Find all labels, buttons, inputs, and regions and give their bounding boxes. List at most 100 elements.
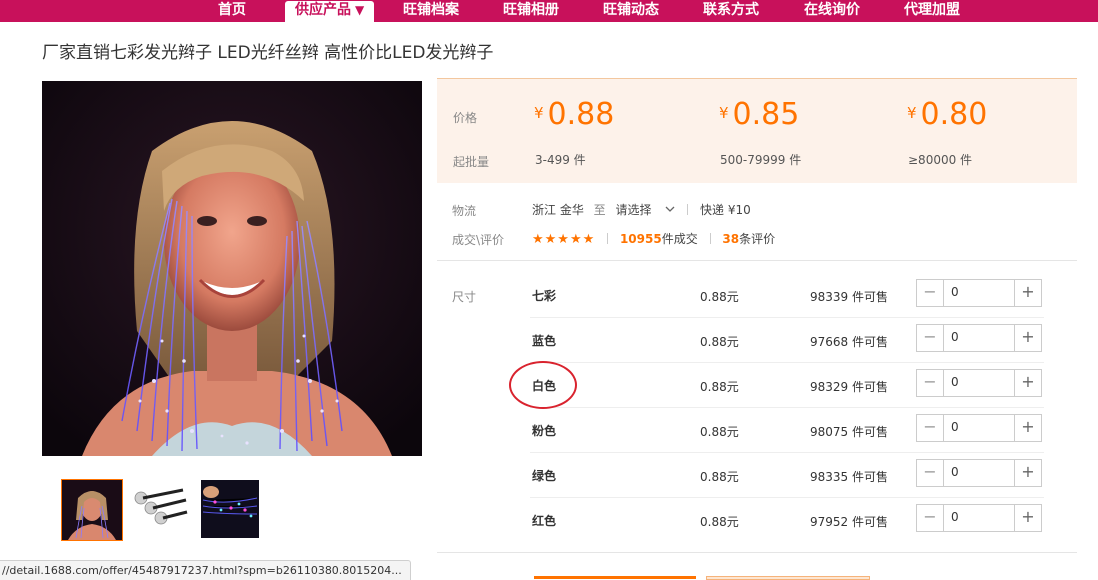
nav-shop-album[interactable]: 旺铺相册 [503,0,559,22]
thumbnail-3[interactable] [201,480,259,538]
top-nav: 首页 供应产品 ▼ 旺铺档案 旺铺相册 旺铺动态 联系方式 在线询价 代理加盟 [0,0,1098,22]
nav-shop-news[interactable]: 旺铺动态 [603,0,659,22]
sku-row-4: 绿色 0.88元 98335 件可售 − + [530,453,1044,498]
quantity-input[interactable] [945,461,1019,483]
increment-button[interactable]: + [1014,460,1041,486]
chevron-down-icon: ▼ [355,3,365,17]
price-tier-1: ¥0.88 [534,97,614,132]
increment-button[interactable]: + [1014,370,1041,396]
quantity-input[interactable] [945,281,1019,303]
sku-price: 0.88元 [700,380,739,394]
sku-stock: 98339 件可售 [810,290,888,304]
product-photo [42,81,422,456]
add-to-cart-button[interactable] [706,576,870,580]
decrement-button[interactable]: − [917,325,944,351]
nav-products-label: 供应产品 [295,2,351,18]
main-product-image[interactable] [42,81,422,456]
price-panel: 价格 起批量 ¥0.88 ¥0.85 ¥0.80 3-499 件 500-799… [437,78,1077,183]
nav-inquiry[interactable]: 在线询价 [804,0,860,22]
sales-suffix: 件成交 [661,232,698,246]
moq-tier-2: 500-79999 件 [720,153,802,167]
increment-button[interactable]: + [1014,415,1041,441]
shipping-fee: 快递 ¥10 [700,203,751,217]
nav-products[interactable]: 供应产品 ▼ [285,1,375,22]
annotation-circle [509,361,577,409]
quantity-stepper: − + [916,279,1042,307]
destination-select[interactable]: 请选择 [616,203,680,217]
quantity-stepper: − + [916,459,1042,487]
decrement-button[interactable]: − [917,280,944,306]
price-tier-2: ¥0.85 [719,97,799,132]
quantity-stepper: − + [916,504,1042,532]
decrement-button[interactable]: − [917,460,944,486]
increment-button[interactable]: + [1014,505,1041,531]
quantity-input[interactable] [945,326,1019,348]
reviews-link[interactable]: 38条评价 [722,232,775,246]
divider [687,204,689,215]
increment-button[interactable]: + [1014,280,1041,306]
thumbnail-2[interactable] [131,480,189,538]
chevron-down-icon [665,206,675,212]
reviews-label: 成交\评价 [452,233,505,247]
section-divider [437,260,1077,261]
moq-tier-3: ≥80000 件 [908,153,973,167]
nav-agent[interactable]: 代理加盟 [904,0,960,22]
thumbnail-2-image [131,480,189,538]
sku-stock: 98075 件可售 [810,425,888,439]
decrement-button[interactable]: − [917,415,944,441]
quantity-input[interactable] [945,416,1019,438]
quantity-input[interactable] [945,371,1019,393]
sku-row-3: 粉色 0.88元 98075 件可售 − + [530,408,1044,453]
price-tier-2-value: 0.85 [732,97,800,132]
thumbnail-1-image [62,480,122,540]
nav-shop-profile[interactable]: 旺铺档案 [403,0,459,22]
ship-origin: 浙江 金华 [532,203,584,217]
quantity-stepper: − + [916,369,1042,397]
status-bar-url: //detail.1688.com/offer/45487917237.html… [0,560,411,580]
price-tier-3: ¥0.80 [907,97,987,132]
logistics-label: 物流 [452,204,477,218]
divider [607,233,609,244]
thumbnail-1[interactable] [61,479,123,541]
sku-price: 0.88元 [700,515,739,529]
sku-name: 绿色 [532,469,557,483]
product-title: 厂家直销七彩发光辫子 LED光纤丝辫 高性价比LED发光辫子 [42,43,494,63]
sku-price: 0.88元 [700,290,739,304]
review-count: 38 [722,232,740,246]
price-label: 价格 [453,111,478,125]
reviews-row: ★★★★★ 10955件成交 38条评价 [532,230,775,247]
price-tier-1-value: 0.88 [547,97,615,132]
sku-name: 七彩 [532,289,557,303]
destination-select-value: 请选择 [615,203,652,217]
sku-name: 红色 [532,514,557,528]
quantity-stepper: − + [916,324,1042,352]
increment-button[interactable]: + [1014,325,1041,351]
currency-symbol: ¥ [534,104,544,122]
thumbnail-3-image [201,480,259,538]
sku-stock: 98335 件可售 [810,470,888,484]
logistics-row: 浙江 金华 至 请选择 快递 ¥10 [532,201,751,218]
ship-to-word: 至 [593,203,606,217]
review-suffix: 条评价 [739,232,776,246]
nav-home[interactable]: 首页 [218,0,246,22]
nav-contact[interactable]: 联系方式 [703,0,759,22]
quantity-input[interactable] [945,506,1019,528]
sku-name: 蓝色 [532,334,557,348]
section-divider [437,552,1077,553]
sku-row-1: 蓝色 0.88元 97668 件可售 − + [530,318,1044,363]
quantity-stepper: − + [916,414,1042,442]
rating-stars: ★★★★★ [532,232,596,247]
sku-stock: 97668 件可售 [810,335,888,349]
sku-price: 0.88元 [700,470,739,484]
price-tier-3-value: 0.80 [920,97,988,132]
sku-stock: 97952 件可售 [810,515,888,529]
decrement-button[interactable]: − [917,370,944,396]
sales-count: 10955 [619,232,662,246]
currency-symbol: ¥ [719,104,729,122]
sku-stock: 98329 件可售 [810,380,888,394]
decrement-button[interactable]: − [917,505,944,531]
sku-row-0: 七彩 0.88元 98339 件可售 − + [530,273,1044,318]
sku-row-5: 红色 0.88元 97952 件可售 − + [530,498,1044,543]
sales-link[interactable]: 10955件成交 [620,232,698,246]
currency-symbol: ¥ [907,104,917,122]
